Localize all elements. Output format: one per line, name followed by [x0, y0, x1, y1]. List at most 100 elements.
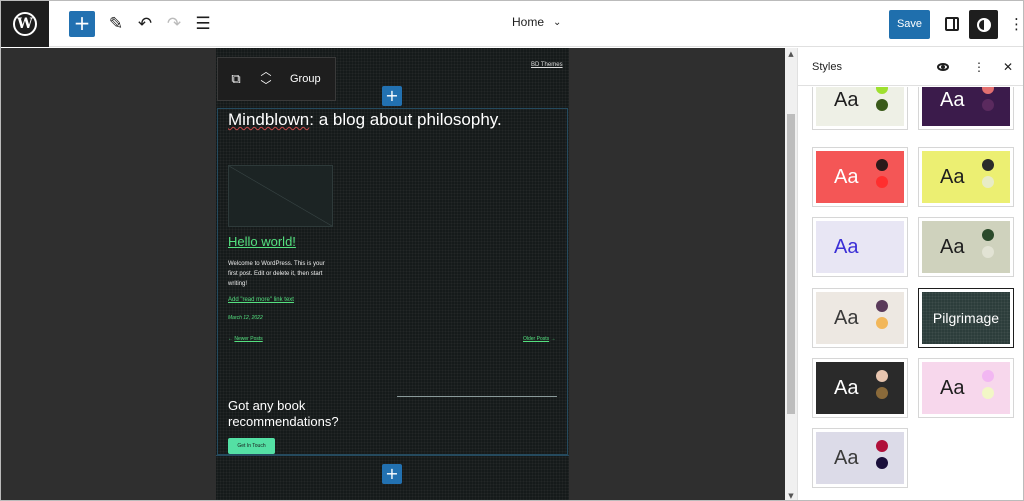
style-variation-label: Aa	[834, 235, 859, 258]
get-in-touch-button[interactable]: Get In Touch	[228, 438, 275, 454]
block-boundary	[216, 455, 569, 456]
editor-window: W + ✎ ↶ ↷ ☰ Home ⌄ Save ⋮ BD Themes ⧉ ︿ …	[0, 0, 1024, 501]
older-posts-link[interactable]: Older Posts →	[523, 336, 556, 342]
style-variation-preview: Aa	[816, 362, 904, 414]
style-variation-label: Aa	[834, 306, 859, 329]
style-variation-card[interactable]: Aa	[812, 217, 908, 277]
style-variation-preview: Pilgrimage	[922, 292, 1010, 344]
scroll-up-arrow-icon[interactable]: ▲	[785, 48, 797, 60]
styles-more-options-icon[interactable]: ⋮	[970, 58, 988, 76]
palette-color-dot	[876, 440, 888, 452]
style-variation-card[interactable]: Aa	[812, 288, 908, 348]
palette-color-dot	[876, 370, 888, 382]
palette-color-dot	[982, 99, 994, 111]
style-variation-card[interactable]: Aa	[812, 428, 908, 488]
wordpress-logo-button[interactable]: W	[1, 1, 49, 47]
post-date: March 12, 2022	[228, 315, 263, 321]
block-inserter-button-bottom[interactable]: +	[382, 464, 402, 484]
style-variation-card[interactable]: Aa	[812, 147, 908, 207]
newer-posts-link[interactable]: ← Newer Posts	[228, 336, 263, 342]
palette-color-dot	[876, 99, 888, 111]
list-view-icon[interactable]: ☰	[192, 13, 214, 35]
block-toolbar: ⧉ ︿ ﹀ Group	[217, 57, 336, 101]
style-variation-card[interactable]: Aa	[812, 87, 908, 130]
palette-dots	[982, 370, 994, 399]
style-variation-card[interactable]: Aa	[918, 358, 1014, 418]
style-variation-preview: Aa	[922, 87, 1010, 126]
palette-color-dot	[982, 387, 994, 399]
style-variation-preview: Aa	[816, 292, 904, 344]
post-title-link[interactable]: Hello world!	[228, 234, 296, 249]
palette-dots	[876, 300, 888, 329]
style-variation-label: Aa	[940, 88, 965, 111]
style-variation-label: Aa	[834, 376, 859, 399]
style-variation-preview: Aa	[922, 151, 1010, 203]
palette-color-dot	[876, 159, 888, 171]
styles-toggle-button[interactable]	[969, 10, 998, 39]
palette-color-dot	[876, 457, 888, 469]
palette-color-dot	[982, 87, 994, 94]
style-variation-label: Aa	[834, 88, 859, 111]
style-variation-card[interactable]: Aa	[812, 358, 908, 418]
palette-color-dot	[982, 159, 994, 171]
sidebar-header: Styles ⋮ ✕	[798, 48, 1023, 86]
credit-link[interactable]: BD Themes	[531, 62, 563, 68]
read-more-link[interactable]: Add "read more" link text	[228, 297, 294, 303]
add-block-button[interactable]: +	[69, 11, 95, 37]
block-type-label[interactable]: Group	[278, 73, 321, 85]
sidebar-panel-icon	[945, 17, 959, 31]
style-variation-label: Pilgrimage	[932, 310, 1000, 326]
eye-icon	[937, 63, 949, 71]
wordpress-logo-icon: W	[13, 12, 37, 36]
palette-color-dot	[982, 176, 994, 188]
palette-dots	[876, 370, 888, 399]
block-inserter-button-top[interactable]: +	[382, 86, 402, 106]
cta-heading: Got any book recommendations?	[228, 398, 339, 429]
separator	[397, 396, 557, 397]
contrast-icon	[976, 17, 991, 32]
style-variation-preview: Aa	[816, 432, 904, 484]
styles-sidebar: Styles ⋮ ✕ Aa Aa Aa Aa Aa Aa Aa Pilgrimage Aa Aa A…	[797, 48, 1023, 500]
site-heading[interactable]: Mindblown: a blog about philosophy.	[228, 110, 502, 130]
move-block-control: ︿ ﹀	[254, 57, 278, 101]
document-title-dropdown[interactable]: Home ⌄	[512, 15, 561, 29]
more-options-icon[interactable]: ⋮	[1009, 13, 1023, 35]
style-variation-card[interactable]: Aa	[918, 147, 1014, 207]
style-variation-preview: Aa	[816, 151, 904, 203]
palette-dots	[876, 87, 888, 111]
palette-color-dot	[982, 246, 994, 258]
style-variation-label: Aa	[834, 446, 859, 469]
style-variation-card[interactable]: Aa	[918, 217, 1014, 277]
move-up-icon[interactable]: ︿	[261, 65, 272, 79]
style-variation-label: Aa	[940, 376, 965, 399]
palette-dots	[982, 229, 994, 258]
sidebar-title: Styles	[812, 61, 842, 73]
scroll-thumb[interactable]	[787, 114, 795, 414]
style-variation-card[interactable]: Pilgrimage	[918, 288, 1014, 348]
post-excerpt: Welcome to WordPress. This is your first…	[228, 261, 325, 287]
save-button[interactable]: Save	[889, 10, 930, 39]
style-variation-card[interactable]: Aa	[918, 87, 1014, 130]
palette-color-dot	[876, 176, 888, 188]
palette-color-dot	[876, 387, 888, 399]
style-variation-label: Aa	[940, 235, 965, 258]
featured-image-placeholder[interactable]	[228, 165, 333, 227]
undo-icon[interactable]: ↶	[134, 13, 156, 35]
redo-icon[interactable]: ↷	[163, 13, 185, 35]
palette-color-dot	[982, 370, 994, 382]
block-transform-icon[interactable]: ⧉	[218, 57, 254, 101]
palette-color-dot	[876, 317, 888, 329]
move-down-icon[interactable]: ﹀	[261, 79, 272, 93]
style-variation-preview: Aa	[922, 221, 1010, 273]
palette-dots	[876, 440, 888, 469]
close-icon[interactable]: ✕	[999, 58, 1017, 76]
canvas-scrollbar[interactable]: ▲ ▼	[785, 48, 797, 500]
style-variation-preview: Aa	[816, 221, 904, 273]
palette-dots	[982, 159, 994, 188]
palette-dots	[982, 87, 994, 111]
scroll-down-arrow-icon[interactable]: ▼	[785, 490, 797, 500]
edit-pencil-icon[interactable]: ✎	[105, 13, 127, 35]
style-book-button[interactable]	[934, 58, 952, 76]
document-title: Home	[512, 15, 545, 29]
settings-panel-toggle[interactable]	[941, 12, 963, 36]
